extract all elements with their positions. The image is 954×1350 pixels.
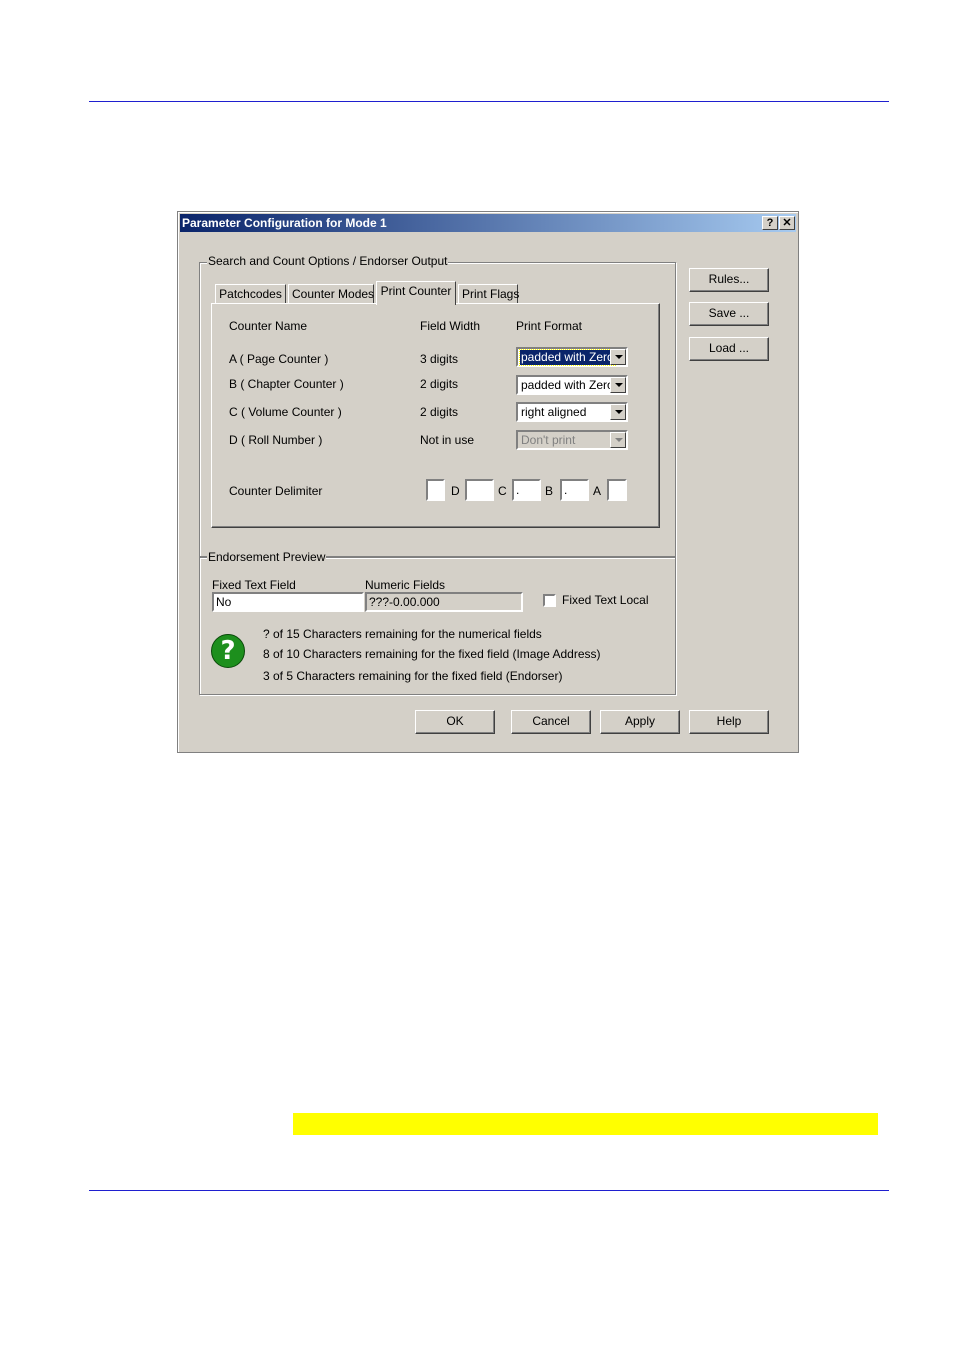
print-format-select-c[interactable]: right aligned: [516, 402, 628, 422]
field-width: 2 digits: [420, 405, 459, 419]
question-help-icon: ?: [211, 634, 245, 668]
counter-delimiter-label: Counter Delimiter: [229, 484, 323, 498]
counter-name: B ( Chapter Counter ): [229, 377, 344, 391]
fixed-text-field-label: Fixed Text Field: [212, 578, 296, 592]
tab-patchcodes[interactable]: Patchcodes: [215, 284, 286, 304]
chevron-down-icon[interactable]: [610, 404, 626, 420]
cancel-button[interactable]: Cancel: [511, 710, 591, 734]
remaining-message: 8 of 10 Characters remaining for the fix…: [263, 647, 601, 661]
header-counter-name: Counter Name: [229, 319, 308, 333]
highlight-bar: [293, 1113, 878, 1135]
chevron-down-icon: [610, 432, 626, 448]
help-button[interactable]: Help: [689, 710, 769, 734]
field-width: 3 digits: [420, 352, 459, 366]
counter-name: C ( Volume Counter ): [229, 405, 342, 419]
save-button[interactable]: Save ...: [689, 302, 769, 326]
fixed-text-local-label: Fixed Text Local: [562, 593, 649, 607]
counter-name: D ( Roll Number ): [229, 433, 323, 447]
delimiter-letter: D: [451, 484, 460, 498]
header-print-format: Print Format: [516, 319, 583, 333]
header-field-width: Field Width: [420, 319, 481, 333]
counter-name: A ( Page Counter ): [229, 352, 329, 366]
chevron-down-icon[interactable]: [610, 349, 626, 365]
remaining-message: 3 of 5 Characters remaining for the fixe…: [263, 669, 563, 683]
apply-button[interactable]: Apply: [600, 710, 680, 734]
delimiter-field[interactable]: .: [560, 479, 589, 501]
delimiter-letter: B: [545, 484, 554, 498]
select-value: right aligned: [521, 405, 587, 419]
load-button[interactable]: Load ...: [689, 337, 769, 361]
delimiter-field[interactable]: [426, 479, 445, 501]
delimiter-letter: C: [498, 484, 507, 498]
delimiter-field[interactable]: [465, 479, 494, 501]
print-format-select-a[interactable]: padded with Zero: [516, 347, 628, 367]
dialog-title: Parameter Configuration for Mode 1: [182, 216, 387, 230]
bottom-rule: [89, 1190, 889, 1191]
remaining-message: ? of 15 Characters remaining for the num…: [263, 627, 542, 641]
ok-button[interactable]: OK: [415, 710, 495, 734]
print-format-select-b[interactable]: padded with Zero: [516, 375, 628, 395]
fixed-text-local-checkbox[interactable]: [543, 594, 556, 607]
delimiter-field[interactable]: .: [512, 479, 541, 501]
field-width: Not in use: [420, 433, 475, 447]
numeric-fields-value: ???-0.00.000: [365, 592, 523, 612]
search-count-legend: Search and Count Options / Endorser Outp…: [207, 254, 449, 268]
delimiter-field[interactable]: [607, 479, 627, 501]
delimiter-letter: A: [593, 484, 602, 498]
fixed-text-field-input[interactable]: No: [212, 592, 364, 612]
select-value: padded with Zero: [521, 378, 614, 392]
chevron-down-icon[interactable]: [610, 377, 626, 393]
select-value: padded with Zero: [519, 349, 616, 366]
numeric-fields-label: Numeric Fields: [365, 578, 446, 592]
tab-counter-modes[interactable]: Counter Modes: [288, 284, 374, 304]
endorsement-preview-legend: Endorsement Preview: [207, 550, 327, 564]
select-value: Don't print: [521, 433, 576, 447]
print-format-select-d[interactable]: Don't print: [516, 430, 628, 450]
tab-print-counter[interactable]: Print Counter: [376, 281, 456, 305]
help-title-button[interactable]: ?: [762, 216, 778, 230]
close-button[interactable]: ✕: [779, 216, 795, 230]
rules-button[interactable]: Rules...: [689, 268, 769, 292]
field-width: 2 digits: [420, 377, 459, 391]
tab-print-flags[interactable]: Print Flags: [458, 284, 519, 304]
top-rule: [89, 101, 889, 102]
title-bar: Parameter Configuration for Mode 1 ? ✕: [180, 214, 796, 232]
